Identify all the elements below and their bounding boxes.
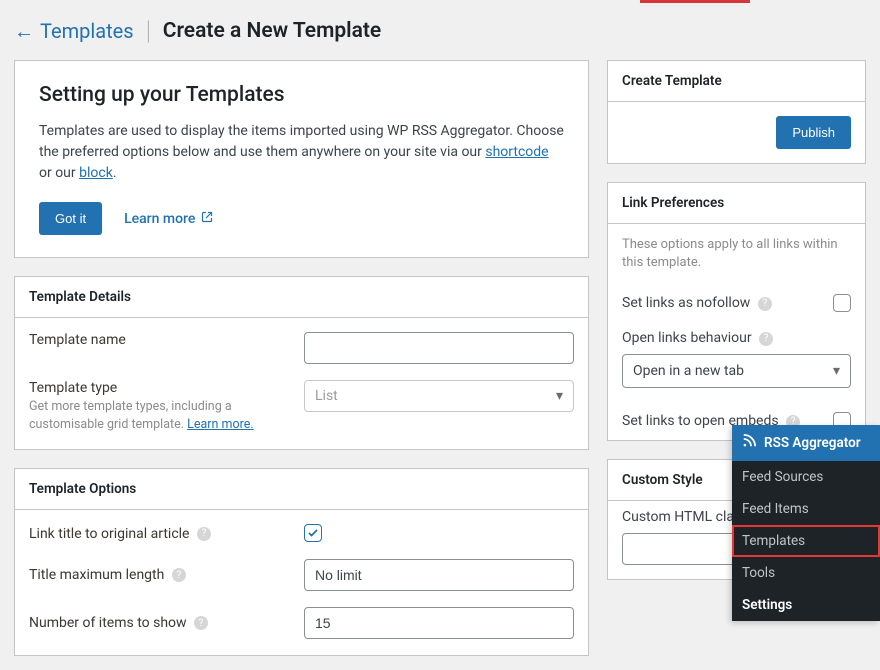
help-icon[interactable]: ? [197,527,211,541]
intro-heading: Setting up your Templates [39,83,564,107]
got-it-button[interactable]: Got it [39,202,102,235]
template-type-learn-more[interactable]: Learn more. [187,417,254,432]
admin-menu-item-feed-sources[interactable]: Feed Sources [732,461,880,493]
template-type-value: List [315,388,338,404]
template-details-title: Template Details [15,277,588,318]
behaviour-label: Open links behaviour [622,330,752,346]
help-icon[interactable]: ? [759,332,773,346]
admin-menu: RSS Aggregator Feed SourcesFeed ItemsTem… [732,425,880,621]
nofollow-checkbox[interactable] [833,294,851,312]
accent-bar [640,0,750,3]
rss-icon [742,434,756,452]
help-icon[interactable]: ? [758,297,772,311]
block-link[interactable]: block [79,165,113,181]
link-title-checkbox[interactable] [304,524,322,542]
template-options-panel: Template Options Link title to original … [14,468,589,656]
template-type-label: Template type [29,380,117,396]
chevron-down-icon: ▾ [833,363,840,379]
intro-panel: Setting up your Templates Templates are … [14,60,589,258]
breadcrumb: ← Templates | Create a New Template [0,0,880,60]
link-title-label: Link title to original article [29,526,189,542]
link-preferences-note: These options apply to all links within … [608,224,865,284]
create-template-title: Create Template [608,61,865,102]
template-type-sub: Get more template types, including a cus… [29,398,294,433]
template-options-title: Template Options [15,469,588,510]
admin-menu-item-tools[interactable]: Tools [732,557,880,589]
title-max-input[interactable] [304,559,574,591]
learn-more-link[interactable]: Learn more [124,211,213,227]
create-template-panel: Create Template Publish [607,60,866,164]
behaviour-value: Open in a new tab [633,363,744,379]
page-title: Create a New Template [163,19,382,43]
template-name-input[interactable] [304,332,574,364]
behaviour-select[interactable]: Open in a new tab ▾ [622,354,851,388]
chevron-down-icon: ▾ [556,388,563,404]
back-arrow-icon[interactable]: ← [14,19,34,44]
template-type-select[interactable]: List ▾ [304,380,574,412]
publish-button[interactable]: Publish [776,116,851,149]
intro-text: Templates are used to display the items … [39,121,564,184]
external-link-icon [201,211,213,227]
admin-menu-head[interactable]: RSS Aggregator [732,425,880,461]
nofollow-label: Set links as nofollow [622,295,750,311]
title-max-label: Title maximum length [29,567,164,583]
admin-menu-head-label: RSS Aggregator [764,435,861,451]
num-items-input[interactable] [304,607,574,639]
num-items-label: Number of items to show [29,615,187,631]
admin-menu-item-templates[interactable]: Templates [732,525,880,557]
admin-menu-item-settings[interactable]: Settings [732,589,880,621]
admin-menu-item-feed-items[interactable]: Feed Items [732,493,880,525]
shortcode-link[interactable]: shortcode [485,144,548,160]
breadcrumb-back-link[interactable]: Templates [40,19,134,43]
help-icon[interactable]: ? [194,616,208,630]
help-icon[interactable]: ? [172,568,186,582]
breadcrumb-divider: | [146,16,151,46]
link-preferences-panel: Link Preferences These options apply to … [607,182,866,441]
link-preferences-title: Link Preferences [608,183,865,224]
template-details-panel: Template Details Template name Template … [14,276,589,450]
learn-more-label: Learn more [124,211,195,227]
template-name-label: Template name [29,332,294,348]
